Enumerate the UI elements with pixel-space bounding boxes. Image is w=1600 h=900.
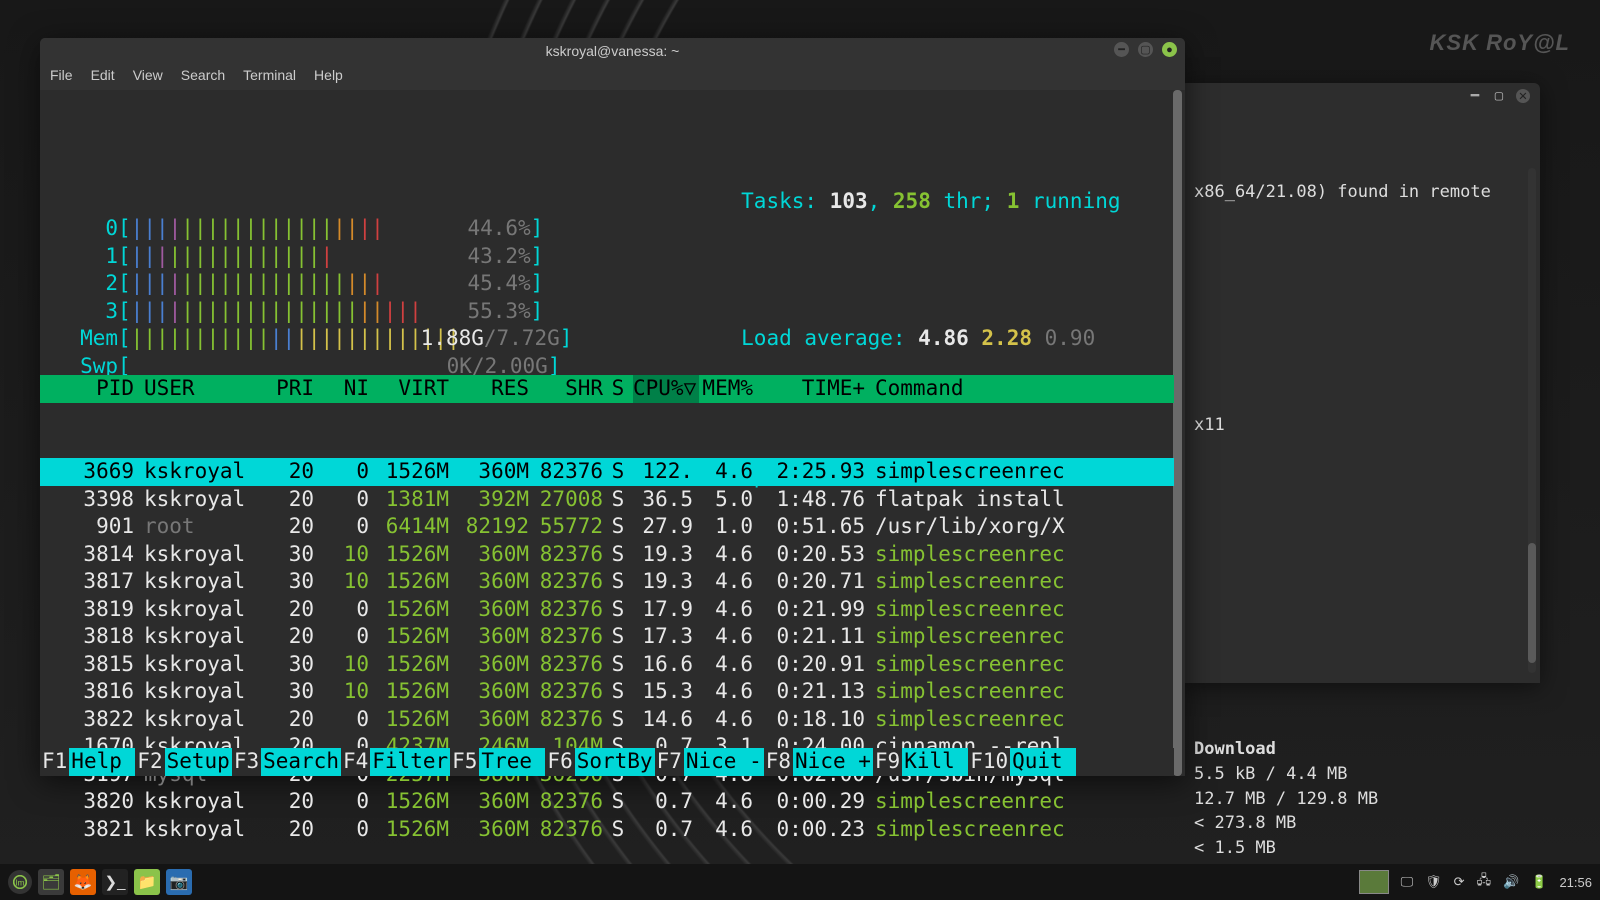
tasks-label: Tasks: (741, 189, 830, 213)
menu-help[interactable]: Help (314, 67, 343, 91)
process-row[interactable]: 3817kskroyal30101526M360M82376S19.34.60:… (40, 568, 1174, 596)
tasks-procs: 103 (830, 189, 868, 213)
fkey-f3[interactable]: F3Search (232, 748, 341, 776)
window-title: kskroyal@vanessa: ~ (546, 43, 680, 59)
process-table-header[interactable]: PID USER PRI NI VIRT RES SHR S CPU%▽ MEM… (40, 375, 1174, 403)
function-key-bar: F1HelpF2SetupF3SearchF4FilterF5TreeF6Sor… (40, 748, 1174, 776)
process-row[interactable]: 3816kskroyal30101526M360M82376S15.34.60:… (40, 678, 1174, 706)
maximize-icon[interactable]: ▢ (1492, 89, 1506, 103)
fkey-f6[interactable]: F6SortBy (545, 748, 654, 776)
process-row[interactable]: 3815kskroyal30101526M360M82376S16.64.60:… (40, 651, 1174, 679)
process-row[interactable]: 3398kskroyal2001381M392M27008S36.55.01:4… (40, 486, 1174, 514)
col-pid[interactable]: PID (40, 375, 140, 403)
download-line: < 1.5 MB (1194, 836, 1526, 861)
process-row[interactable]: 901root2006414M8219255772S27.91.00:51.65… (40, 513, 1174, 541)
minimize-icon[interactable]: ━ (1114, 42, 1129, 57)
fkey-f7[interactable]: F7Nice - (655, 748, 764, 776)
process-row[interactable]: 3814kskroyal30101526M360M82376S19.34.60:… (40, 541, 1174, 569)
col-pri[interactable]: PRI (252, 375, 320, 403)
minimize-icon[interactable]: ━ (1468, 89, 1482, 103)
col-command[interactable]: Command (871, 375, 1174, 403)
scrollbar-thumb[interactable] (1528, 543, 1536, 663)
col-time[interactable]: TIME+ (759, 375, 871, 403)
menu-file[interactable]: File (50, 67, 73, 91)
process-row[interactable]: 3818kskroyal2001526M360M82376S17.34.60:2… (40, 623, 1174, 651)
tasks-threads: 258 (893, 189, 931, 213)
col-res[interactable]: RES (455, 375, 535, 403)
clock[interactable]: 21:56 (1559, 875, 1592, 890)
svg-text:lm: lm (16, 878, 25, 888)
tray-shield-icon[interactable]: 🛡 (1425, 874, 1442, 890)
titlebar[interactable]: kskroyal@vanessa: ~ ━ ▢ ● (40, 38, 1185, 64)
maximize-icon[interactable]: ▢ (1138, 42, 1153, 57)
process-row[interactable]: 3820kskroyal2001526M360M82376S0.74.60:00… (40, 788, 1174, 816)
process-row[interactable]: 3821kskroyal2001526M360M82376S0.74.60:00… (40, 816, 1174, 844)
window-thumb[interactable] (1359, 870, 1389, 894)
fkey-f2[interactable]: F2Setup (135, 748, 232, 776)
tray-battery-icon[interactable]: 🔋 (1531, 874, 1547, 890)
fkey-f8[interactable]: F8Nice + (764, 748, 873, 776)
menu-icon[interactable]: lm (8, 870, 32, 894)
download-line: < 273.8 MB (1194, 811, 1526, 836)
files-icon[interactable]: 🗂 (38, 869, 64, 895)
scrollbar-thumb[interactable] (1173, 90, 1182, 776)
files2-icon[interactable]: 📁 (134, 869, 160, 895)
secondary-terminal-window[interactable]: ━ ▢ ✕ x86_64/21.08) found in remote x11 … (1180, 83, 1540, 683)
term2-output: x86_64/21.08) found in remote x11 (1194, 131, 1526, 487)
term2-line: x11 (1194, 413, 1526, 438)
tray-updates-icon[interactable]: ⟳ (1454, 874, 1465, 890)
close-icon[interactable]: ● (1162, 42, 1177, 57)
download-header: Download (1194, 737, 1526, 762)
col-s[interactable]: S (609, 375, 633, 403)
col-user[interactable]: USER (140, 375, 252, 403)
menubar[interactable]: File Edit View Search Terminal Help (40, 64, 1185, 91)
fkey-f4[interactable]: F4Filter (341, 748, 450, 776)
screenshot-icon[interactable]: 📷 (166, 869, 192, 895)
menu-view[interactable]: View (133, 67, 163, 91)
fkey-f5[interactable]: F5Tree (450, 748, 545, 776)
firefox-icon[interactable]: 🦊 (70, 869, 96, 895)
close-icon[interactable]: ✕ (1516, 89, 1530, 103)
term2-line: x86_64/21.08) found in remote (1194, 180, 1526, 205)
process-row[interactable]: 3819kskroyal2001526M360M82376S17.94.60:2… (40, 596, 1174, 624)
col-shr[interactable]: SHR (535, 375, 609, 403)
col-mem[interactable]: MEM% (699, 375, 759, 403)
terminal-content[interactable]: 0[||||||||||||||||||||44.6%]1[||||||||||… (40, 90, 1185, 776)
fkey-f9[interactable]: F9Kill (873, 748, 968, 776)
download-line: 5.5 kB / 4.4 MB (1194, 762, 1526, 787)
fkey-f1[interactable]: F1Help (40, 748, 135, 776)
col-ni[interactable]: NI (320, 375, 375, 403)
main-terminal-window[interactable]: kskroyal@vanessa: ~ ━ ▢ ● File Edit View Se… (40, 38, 1185, 776)
col-virt[interactable]: VIRT (375, 375, 455, 403)
menu-terminal[interactable]: Terminal (243, 67, 296, 91)
watermark: KSK RoY@L (1430, 30, 1570, 56)
menu-search[interactable]: Search (181, 67, 225, 91)
process-row[interactable]: 3822kskroyal2001526M360M82376S14.64.60:1… (40, 706, 1174, 734)
process-row[interactable]: 3669kskroyal2001526M360M82376S122.4.62:2… (40, 458, 1174, 486)
tray-display-icon[interactable]: 🖵 (1401, 874, 1414, 890)
download-line: 12.7 MB / 129.8 MB (1194, 787, 1526, 812)
tasks-running-count: 1 (1007, 189, 1020, 213)
tray-network-icon[interactable]: 🖧 (1477, 871, 1492, 893)
menu-edit[interactable]: Edit (91, 67, 115, 91)
col-cpu[interactable]: CPU%▽ (633, 375, 699, 403)
fkey-f10[interactable]: F10Quit (968, 748, 1076, 776)
taskbar[interactable]: lm 🗂 🦊 ❯_ 📁 📷 🖵 🛡 ⟳ 🖧 🔊 🔋 21:56 (0, 864, 1600, 900)
process-table: PID USER PRI NI VIRT RES SHR S CPU%▽ MEM… (40, 320, 1174, 898)
terminal-icon[interactable]: ❯_ (102, 869, 128, 895)
tray-volume-icon[interactable]: 🔊 (1503, 874, 1519, 890)
